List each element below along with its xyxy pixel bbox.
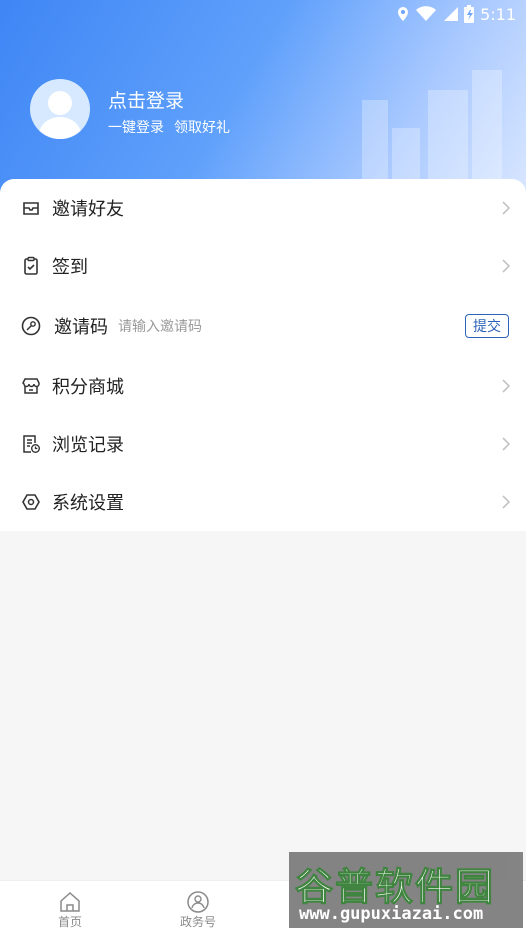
menu-item-invite-code: 邀请码 请输入邀请码 提交 bbox=[0, 297, 526, 355]
tab-label: 首页 bbox=[57, 915, 82, 929]
menu-item-invite-friends[interactable]: 邀请好友 bbox=[0, 179, 526, 237]
key-icon bbox=[21, 316, 41, 336]
login-subtitle: 一键登录 领取好礼 bbox=[108, 117, 230, 137]
menu-item-settings[interactable]: 系统设置 bbox=[0, 473, 526, 531]
one-click-login-text: 一键登录 bbox=[108, 120, 164, 136]
chevron-right-icon bbox=[502, 495, 511, 509]
chevron-right-icon bbox=[502, 201, 511, 215]
avatar-icon bbox=[38, 91, 82, 139]
status-bar: 5:11 bbox=[396, 4, 516, 24]
menu-label: 签到 bbox=[52, 257, 88, 278]
profile-header: 5:11 点击登录 一键登录 领取好礼 bbox=[0, 0, 526, 200]
menu-label: 邀请好友 bbox=[52, 199, 124, 220]
settings-icon bbox=[22, 494, 40, 510]
chevron-right-icon bbox=[502, 437, 511, 451]
tab-label: 政务号 bbox=[179, 915, 216, 929]
government-icon bbox=[187, 891, 209, 913]
menu-label: 浏览记录 bbox=[52, 435, 124, 456]
avatar[interactable] bbox=[30, 79, 90, 139]
home-icon bbox=[60, 891, 80, 912]
chevron-right-icon bbox=[502, 259, 511, 273]
tab-government[interactable]: 政务号 bbox=[163, 887, 233, 931]
history-icon bbox=[23, 435, 40, 453]
signal-icon bbox=[444, 7, 459, 21]
invite-code-input[interactable]: 请输入邀请码 bbox=[118, 316, 202, 336]
login-title[interactable]: 点击登录 bbox=[108, 86, 184, 113]
watermark-url: www.gupuxiazai.com bbox=[299, 904, 484, 924]
menu-label: 邀请码 bbox=[54, 317, 108, 338]
claim-gift-text: 领取好礼 bbox=[174, 120, 230, 136]
watermark: 谷普软件园 www.gupuxiazai.com bbox=[289, 852, 523, 928]
menu-item-history[interactable]: 浏览记录 bbox=[0, 415, 526, 473]
menu-label: 系统设置 bbox=[52, 493, 124, 514]
battery-icon bbox=[464, 5, 475, 23]
chevron-right-icon bbox=[502, 379, 511, 393]
menu-label: 积分商城 bbox=[52, 377, 124, 398]
submit-button[interactable]: 提交 bbox=[465, 314, 509, 338]
menu-item-points-mall[interactable]: 积分商城 bbox=[0, 357, 526, 415]
envelope-icon bbox=[23, 202, 39, 215]
wifi-icon bbox=[416, 6, 437, 21]
clipboard-check-icon bbox=[24, 256, 38, 275]
menu-item-check-in[interactable]: 签到 bbox=[0, 237, 526, 295]
watermark-title: 谷普软件园 bbox=[294, 865, 496, 910]
menu-card: 邀请好友 签到 邀请码 请输入邀请码 提交 积分商城 浏览记录 系统设置 bbox=[0, 179, 526, 531]
status-time: 5:11 bbox=[480, 4, 516, 24]
store-icon bbox=[22, 378, 40, 394]
tab-home[interactable]: 首页 bbox=[35, 887, 105, 931]
location-icon bbox=[398, 7, 409, 21]
